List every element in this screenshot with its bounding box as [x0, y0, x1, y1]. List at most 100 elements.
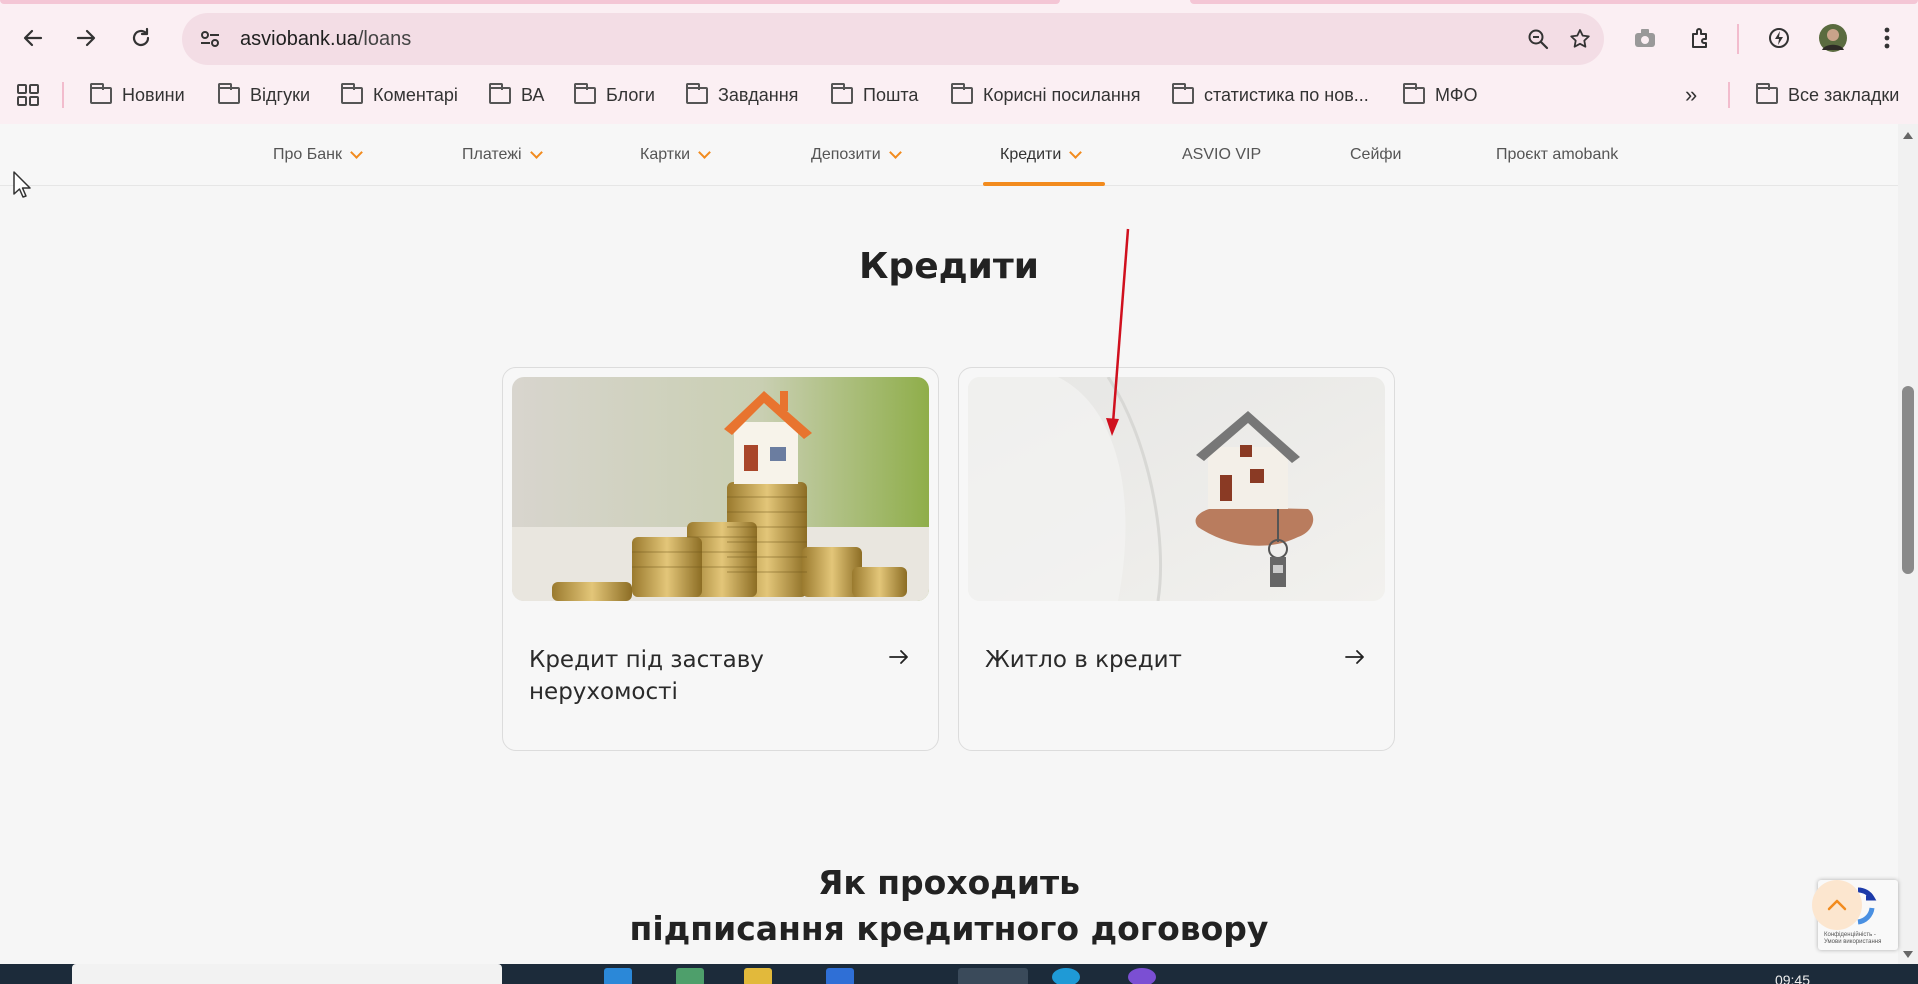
bookmarks-overflow-button[interactable]: » — [1685, 78, 1697, 112]
reload-button[interactable] — [124, 21, 158, 55]
page-scrollbar[interactable] — [1898, 124, 1918, 964]
nav-item-about[interactable]: Про Банк — [273, 124, 363, 186]
bookmark-folder[interactable]: Відгуки — [218, 78, 310, 112]
avatar[interactable] — [1816, 21, 1850, 55]
section-title: Як проходить підписання кредитного догов… — [0, 860, 1898, 952]
card-label: Кредит під заставу нерухомості — [529, 647, 764, 705]
url-text: asviobank.ua/loans — [240, 28, 411, 51]
taskbar-active-app[interactable] — [958, 968, 1028, 984]
arrow-right-icon — [1345, 650, 1364, 664]
nav-item-deposits[interactable]: Депозити — [811, 124, 902, 186]
back-to-top-button[interactable] — [1812, 880, 1862, 930]
browser-toolbar: asviobank.ua/loans Новини Відгуки Комент… — [0, 0, 1918, 124]
bookmark-label: статистика по нов... — [1204, 84, 1369, 105]
url-domain: asviobank.ua — [240, 27, 358, 50]
bookmark-label: Коментарі — [373, 84, 458, 105]
mouse-cursor-icon — [13, 171, 31, 198]
os-taskbar: 09:45 — [0, 964, 1918, 984]
browser-menu-icon[interactable] — [1870, 21, 1904, 55]
bookmark-folder[interactable]: Блоги — [574, 78, 655, 112]
apps-icon[interactable] — [16, 78, 40, 112]
all-bookmarks-button[interactable]: Все закладки — [1756, 78, 1899, 112]
bookmark-folder[interactable]: статистика по нов... — [1172, 78, 1369, 112]
nav-item-amobank[interactable]: Проєкт amobank — [1496, 124, 1618, 186]
folder-icon — [831, 82, 853, 104]
scroll-thumb[interactable] — [1902, 386, 1914, 574]
chevron-down-icon — [888, 146, 902, 159]
taskbar-clock: 09:45 — [1774, 972, 1810, 984]
zoom-icon[interactable] — [1526, 27, 1550, 51]
nav-label: Сейфи — [1350, 146, 1402, 163]
bookmark-folder[interactable]: Пошта — [831, 78, 918, 112]
nav-item-loans[interactable]: Кредити — [1000, 124, 1083, 186]
loan-card-housing[interactable]: Житло в кредит — [958, 367, 1395, 751]
chevron-down-icon — [1069, 146, 1083, 159]
camera-icon[interactable] — [1628, 21, 1662, 55]
section-title-line-1: Як проходить — [817, 863, 1081, 902]
page-title: Кредити — [859, 246, 1039, 287]
nav-item-cards[interactable]: Картки — [640, 124, 711, 186]
folder-icon — [1756, 82, 1778, 104]
nav-label: Платежі — [462, 146, 522, 163]
url-path: /loans — [357, 27, 412, 50]
bookmark-folder[interactable]: ВА — [489, 78, 544, 112]
scroll-up-arrow-icon[interactable] — [1903, 132, 1913, 139]
bookmark-star-icon[interactable] — [1568, 27, 1592, 51]
folder-icon — [489, 82, 511, 104]
site-navigation: Про Банк Платежі Картки Депозити Кредити… — [0, 124, 1898, 186]
folder-icon — [951, 82, 973, 104]
bookmark-label: МФО — [1435, 84, 1478, 105]
bookmark-label: Блоги — [606, 84, 655, 105]
chevron-down-icon — [529, 146, 543, 159]
forward-arrow-icon — [76, 29, 96, 47]
taskbar-app-icon[interactable] — [1052, 968, 1080, 984]
reload-icon — [132, 27, 150, 47]
forward-button[interactable] — [69, 21, 103, 55]
recaptcha-text: Конфіденційність - Умови використання — [1824, 932, 1882, 945]
taskbar-app-icon[interactable] — [826, 968, 854, 984]
nav-label: Проєкт amobank — [1496, 146, 1619, 163]
nav-label: Депозити — [811, 146, 881, 163]
nav-item-safes[interactable]: Сейфи — [1350, 124, 1402, 186]
address-bar[interactable]: asviobank.ua/loans — [182, 13, 1604, 65]
taskbar-app-icon[interactable] — [676, 968, 704, 984]
back-button[interactable] — [16, 21, 50, 55]
page-content: Про Банк Платежі Картки Депозити Кредити… — [0, 124, 1898, 964]
folder-icon — [218, 82, 240, 104]
bookmark-folder[interactable]: Новини — [90, 78, 185, 112]
nav-label: Кредити — [1000, 146, 1062, 163]
folder-icon — [1172, 82, 1194, 104]
nav-item-asvio-vip[interactable]: ASVIO VIP — [1182, 124, 1261, 186]
taskbar-search[interactable] — [72, 964, 502, 984]
nav-label: Картки — [640, 146, 691, 163]
chevron-up-icon — [1827, 899, 1847, 911]
bookmark-folder[interactable]: Завдання — [686, 78, 798, 112]
taskbar-app-icon[interactable] — [744, 968, 772, 984]
performance-icon[interactable] — [1762, 21, 1796, 55]
folder-icon — [686, 82, 708, 104]
loan-card-real-estate[interactable]: Кредит під заставу нерухомості — [502, 367, 939, 751]
bookmark-folder[interactable]: МФО — [1403, 78, 1477, 112]
bookmark-folder[interactable]: Коментарі — [341, 78, 458, 112]
nav-item-payments[interactable]: Платежі — [462, 124, 543, 186]
site-info-icon[interactable] — [192, 21, 228, 57]
bookmark-label: Новини — [122, 84, 185, 105]
folder-icon — [574, 82, 596, 104]
chevron-down-icon — [698, 146, 711, 159]
bookmark-folder[interactable]: Корисні посилання — [951, 78, 1140, 112]
bookmark-label: Пошта — [863, 84, 919, 105]
bookmarks-bar: Новини Відгуки Коментарі ВА Блоги Завдан… — [0, 78, 1918, 112]
scroll-down-arrow-icon[interactable] — [1903, 951, 1913, 958]
tab-strip-right — [1190, 0, 1918, 4]
bookmark-label: ВА — [521, 84, 545, 105]
taskbar-app-icon[interactable] — [604, 968, 632, 984]
nav-active-indicator — [983, 182, 1105, 186]
card-image-hand-house-keys — [968, 377, 1385, 601]
bookmark-label: Завдання — [718, 84, 799, 105]
toolbar-separator — [1737, 24, 1739, 54]
extensions-icon[interactable] — [1684, 21, 1718, 55]
folder-icon — [341, 82, 363, 104]
nav-label: ASVIO VIP — [1182, 146, 1262, 163]
nav-label: Про Банк — [273, 146, 342, 163]
taskbar-app-icon[interactable] — [1128, 968, 1156, 984]
